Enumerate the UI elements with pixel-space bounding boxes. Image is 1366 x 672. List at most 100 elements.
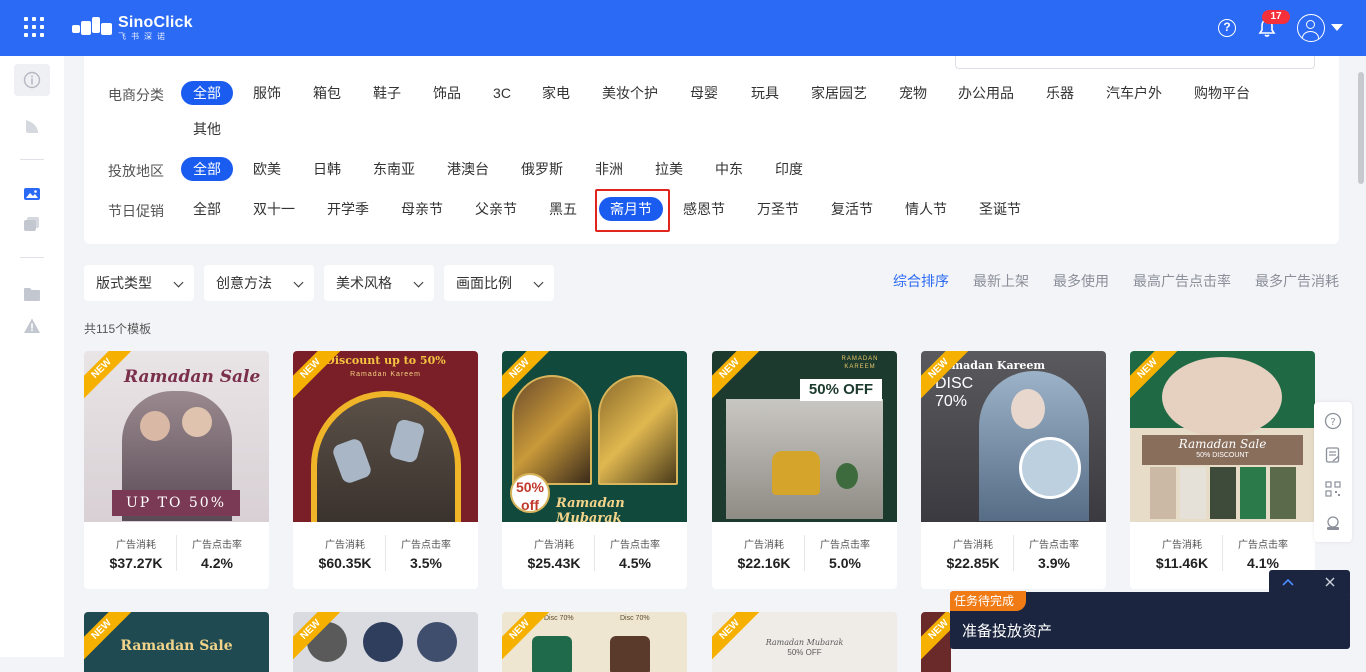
category-chip[interactable]: 饰品 <box>427 81 467 105</box>
creative-method-dropdown[interactable]: 创意方法 <box>204 265 314 301</box>
region-chip[interactable]: 中东 <box>709 157 749 181</box>
info-icon[interactable] <box>14 64 50 96</box>
ctr-label: 广告点击率 <box>192 540 242 551</box>
category-chip[interactable]: 家居园艺 <box>805 81 873 105</box>
layout-type-dropdown[interactable]: 版式类型 <box>84 265 194 301</box>
template-thumbnail[interactable]: 50% OFF RAMADAN KAREEM NEW <box>712 351 897 522</box>
category-chip[interactable]: 家电 <box>536 81 576 105</box>
region-chip[interactable]: 非洲 <box>589 157 629 181</box>
chevron-down-icon <box>173 277 184 288</box>
template-card[interactable]: Ramadan Sale NEW <box>84 612 269 672</box>
page-scrollbar[interactable] <box>1358 72 1364 184</box>
category-chip[interactable]: 箱包 <box>307 81 347 105</box>
sort-most-used[interactable]: 最多使用 <box>1053 271 1109 291</box>
image-icon[interactable] <box>14 178 50 210</box>
region-chip[interactable]: 俄罗斯 <box>515 157 569 181</box>
template-card[interactable]: 50% OFF RAMADAN KAREEM NEW 广告消耗 $22.16K … <box>712 351 897 589</box>
category-chip[interactable]: 汽车户外 <box>1100 81 1168 105</box>
template-card[interactable]: NEW <box>293 612 478 672</box>
spend-value: $60.35K <box>318 555 372 571</box>
region-chip[interactable]: 东南亚 <box>367 157 421 181</box>
template-card[interactable]: Ramadan Sale UP TO 50% NEW 广告消耗 $37.27K … <box>84 351 269 589</box>
template-card[interactable]: Discount up to 50% Ramadan Kareem NEW 广告… <box>293 351 478 589</box>
leaf-icon[interactable] <box>14 110 50 142</box>
chevron-down-icon <box>413 277 424 288</box>
festival-chip[interactable]: 开学季 <box>321 197 375 221</box>
template-thumbnail[interactable]: Discount up to 50% Ramadan Kareem NEW <box>293 351 478 522</box>
folder-icon[interactable] <box>14 278 50 310</box>
spend-label: 广告消耗 <box>116 540 156 551</box>
apps-grid-icon[interactable] <box>24 17 44 37</box>
festival-chip[interactable]: 全部 <box>187 197 227 221</box>
template-card[interactable]: Ramadan Sale 50% DISCOUNT NEW 广告消耗 $11.4… <box>1130 351 1315 589</box>
category-chip[interactable]: 3C <box>487 81 517 105</box>
task-toast[interactable]: 任务待完成 准备投放资产 <box>950 591 1350 649</box>
category-chip[interactable]: 乐器 <box>1040 81 1080 105</box>
template-thumbnail[interactable]: Ramadan Sale 50% DISCOUNT NEW <box>1130 351 1315 522</box>
region-chip[interactable]: 欧美 <box>247 157 287 181</box>
edit-note-icon[interactable] <box>1324 446 1342 464</box>
ctr-value: 4.5% <box>619 555 651 571</box>
region-chip[interactable]: 日韩 <box>307 157 347 181</box>
festival-chip[interactable]: 母亲节 <box>395 197 449 221</box>
close-icon[interactable] <box>1324 576 1336 588</box>
festival-chip[interactable]: 圣诞节 <box>973 197 1027 221</box>
festival-chip[interactable]: 感恩节 <box>677 197 731 221</box>
help-icon[interactable]: ? <box>1218 19 1236 37</box>
gallery-icon[interactable] <box>14 208 50 240</box>
category-chip[interactable]: 服饰 <box>247 81 287 105</box>
festival-chip[interactable]: 复活节 <box>825 197 879 221</box>
ctr-value: 5.0% <box>829 555 861 571</box>
region-chip[interactable]: 印度 <box>769 157 809 181</box>
user-avatar-icon[interactable] <box>1297 14 1325 42</box>
festival-chip[interactable]: 双十一 <box>247 197 301 221</box>
template-card[interactable]: Ramadan Mubarak 50% OFF NEW <box>712 612 897 672</box>
region-chip[interactable]: 港澳台 <box>441 157 495 181</box>
chevron-down-icon <box>533 277 544 288</box>
thumbnail-title: 50% OFF <box>800 379 882 401</box>
chevron-down-icon[interactable] <box>1331 24 1343 31</box>
template-card[interactable]: 50% off Ramadan Mubarak NEW 广告消耗 $25.43K… <box>502 351 687 589</box>
region-chip[interactable]: 拉美 <box>649 157 689 181</box>
sort-most-spend[interactable]: 最多广告消耗 <box>1255 271 1339 291</box>
spend-label: 广告消耗 <box>1162 540 1202 551</box>
template-card[interactable]: Ramadan Kareem DISC 70% NEW 广告消耗 $22.85K… <box>921 351 1106 589</box>
template-card[interactable]: Disc 70% Disc 70% NEW <box>502 612 687 672</box>
template-thumbnail[interactable]: 50% off Ramadan Mubarak NEW <box>502 351 687 522</box>
chevron-up-icon[interactable] <box>1281 576 1295 588</box>
template-thumbnail[interactable]: Ramadan Sale UP TO 50% NEW <box>84 351 269 522</box>
sort-newest[interactable]: 最新上架 <box>973 271 1029 291</box>
search-input[interactable] <box>955 56 1315 69</box>
floating-toolbar: ? <box>1314 402 1352 542</box>
festival-chip[interactable]: 万圣节 <box>751 197 805 221</box>
brand-logo[interactable]: SinoClick 飞书深诺 <box>72 14 193 42</box>
sidebar <box>0 56 64 657</box>
category-chip[interactable]: 母婴 <box>684 81 724 105</box>
region-chip-all[interactable]: 全部 <box>181 157 233 181</box>
ctr-value: 4.2% <box>201 555 233 571</box>
festival-chip[interactable]: 父亲节 <box>469 197 523 221</box>
spend-value: $11.46K <box>1155 555 1209 571</box>
category-chip[interactable]: 办公用品 <box>952 81 1020 105</box>
festival-chip[interactable]: 黑五 <box>543 197 583 221</box>
thumbnail-title: Ramadan Sale <box>1178 437 1267 451</box>
help-circle-icon[interactable]: ? <box>1324 412 1342 430</box>
region-label: 投放地区 <box>108 163 164 179</box>
category-chip[interactable]: 宠物 <box>893 81 933 105</box>
customer-service-icon[interactable] <box>1324 514 1342 532</box>
category-chip[interactable]: 玩具 <box>745 81 785 105</box>
art-style-dropdown[interactable]: 美术风格 <box>324 265 434 301</box>
template-thumbnail[interactable]: Ramadan Kareem DISC 70% NEW <box>921 351 1106 522</box>
category-chip[interactable]: 购物平台 <box>1188 81 1256 105</box>
sort-comprehensive[interactable]: 综合排序 <box>893 271 949 291</box>
qr-code-icon[interactable] <box>1324 480 1342 498</box>
template-card[interactable]: NEW <box>921 612 951 672</box>
festival-chip[interactable]: 情人节 <box>899 197 953 221</box>
warning-icon[interactable] <box>14 310 50 342</box>
category-chip[interactable]: 鞋子 <box>367 81 407 105</box>
category-chip[interactable]: 美妆个护 <box>596 81 664 105</box>
aspect-ratio-dropdown[interactable]: 画面比例 <box>444 265 554 301</box>
category-chip[interactable]: 其他 <box>187 117 227 141</box>
category-chip-all[interactable]: 全部 <box>181 81 233 105</box>
sort-highest-ctr[interactable]: 最高广告点击率 <box>1133 271 1231 291</box>
